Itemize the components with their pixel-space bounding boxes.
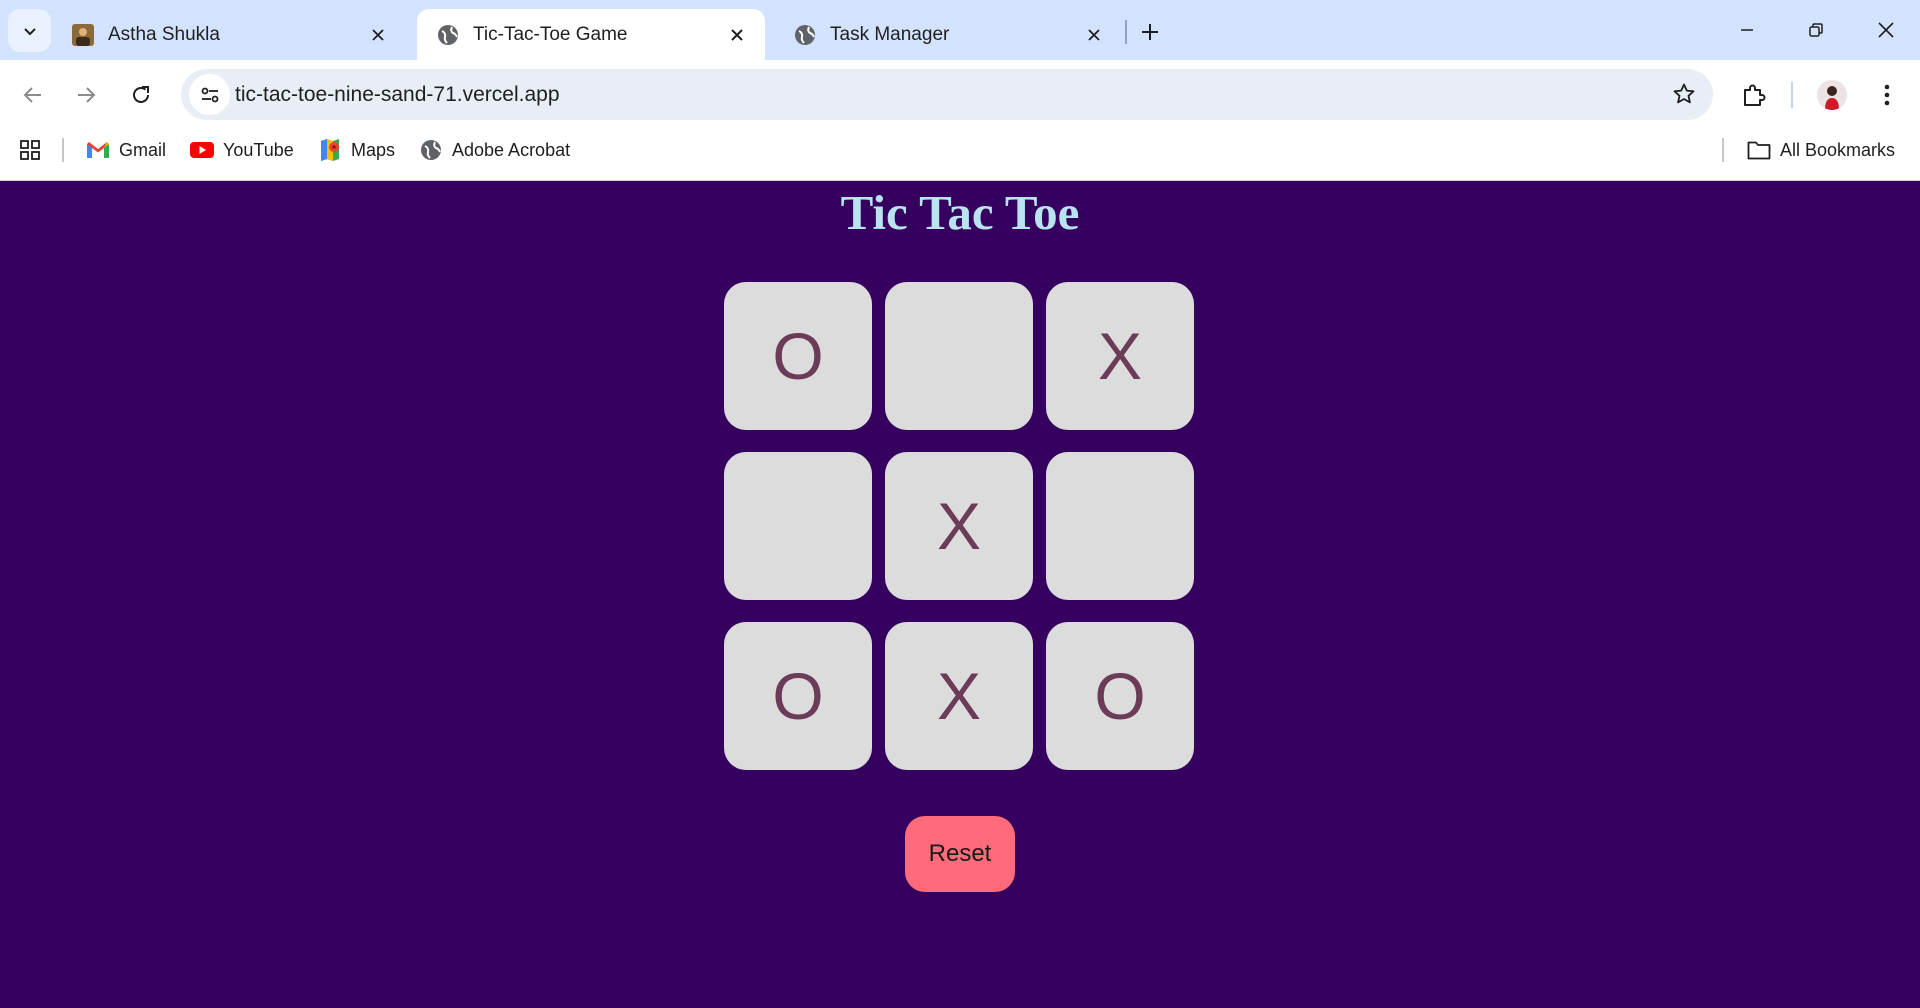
apps-grid-icon <box>18 138 42 162</box>
board-cell-1[interactable]: O <box>724 282 872 430</box>
close-icon[interactable] <box>725 23 749 47</box>
address-bar[interactable]: tic-tac-toe-nine-sand-71.vercel.app <box>181 69 1713 120</box>
new-tab-button[interactable] <box>1132 14 1168 50</box>
tab-title: Astha Shukla <box>108 23 220 45</box>
close-icon[interactable] <box>366 23 390 47</box>
youtube-icon <box>190 138 214 162</box>
close-icon <box>1878 22 1894 38</box>
board-cell-8[interactable]: X <box>885 622 1033 770</box>
board-cell-4[interactable] <box>724 452 872 600</box>
avatar <box>1817 80 1847 110</box>
plus-icon <box>1142 24 1158 40</box>
menu-button[interactable] <box>1867 75 1907 115</box>
reset-button[interactable]: Reset <box>905 816 1015 892</box>
bookmark-label: Gmail <box>119 139 167 160</box>
tune-icon <box>201 87 218 102</box>
chevron-down-icon <box>23 27 36 35</box>
bookmark-youtube[interactable]: YouTube <box>190 130 294 170</box>
bookmark-label: Adobe Acrobat <box>452 139 571 160</box>
page-content: Tic Tac Toe O X X O X O Reset <box>0 182 1920 1008</box>
board-cell-3[interactable]: X <box>1046 282 1194 430</box>
globe-icon <box>419 138 443 162</box>
board-cell-7[interactable]: O <box>724 622 872 770</box>
close-icon[interactable] <box>1082 23 1106 47</box>
site-info-button[interactable] <box>189 74 230 115</box>
tab-title: Task Manager <box>830 23 950 45</box>
tab-title: Tic-Tac-Toe Game <box>473 23 628 45</box>
folder-icon <box>1747 138 1771 162</box>
close-window-button[interactable] <box>1863 10 1909 50</box>
puzzle-icon <box>1744 84 1766 106</box>
globe-icon <box>437 24 459 46</box>
restore-button[interactable] <box>1793 10 1839 50</box>
reload-icon <box>133 86 149 103</box>
bookmark-label: Maps <box>351 139 396 160</box>
bookmarks-separator <box>62 138 64 162</box>
tab-search-button[interactable] <box>8 9 51 52</box>
bookmarks-bar: Gmail YouTube Maps Adobe Acrobat All Boo… <box>0 130 1920 181</box>
board-cell-2[interactable] <box>885 282 1033 430</box>
page-title: Tic Tac Toe <box>840 185 1080 240</box>
bookmark-adobe-acrobat[interactable]: Adobe Acrobat <box>419 130 570 170</box>
apps-button[interactable] <box>18 130 42 170</box>
bookmark-gmail[interactable]: Gmail <box>86 130 166 170</box>
minimize-icon <box>1741 29 1753 31</box>
board-cell-9[interactable]: O <box>1046 622 1194 770</box>
restore-icon <box>1809 23 1823 37</box>
game-board: O X X O X O <box>724 282 1196 770</box>
forward-button[interactable] <box>66 75 106 115</box>
arrow-right-icon <box>78 87 96 103</box>
bookmark-maps[interactable]: Maps <box>318 130 395 170</box>
bookmark-label: YouTube <box>223 139 294 160</box>
minimize-button[interactable] <box>1724 10 1770 50</box>
profile-photo-favicon-icon <box>72 23 94 46</box>
all-bookmarks-label: All Bookmarks <box>1780 139 1896 160</box>
globe-icon <box>794 24 816 46</box>
reload-button[interactable] <box>121 75 161 115</box>
browser-toolbar: tic-tac-toe-nine-sand-71.vercel.app <box>0 60 1920 130</box>
tab-astha-shukla[interactable]: Astha Shukla <box>52 9 406 60</box>
maps-icon <box>318 138 342 162</box>
board-cell-5[interactable]: X <box>885 452 1033 600</box>
back-button[interactable] <box>13 75 53 115</box>
tab-separator <box>1125 20 1127 44</box>
profile-button[interactable] <box>1812 75 1852 115</box>
star-icon <box>1673 83 1695 104</box>
tab-task-manager[interactable]: Task Manager <box>774 9 1122 60</box>
board-cell-6[interactable] <box>1046 452 1194 600</box>
toolbar-separator <box>1791 82 1793 108</box>
bookmark-star-button[interactable] <box>1671 81 1697 107</box>
extensions-button[interactable] <box>1734 75 1774 115</box>
tab-tic-tac-toe-game[interactable]: Tic-Tac-Toe Game <box>417 9 765 60</box>
arrow-left-icon <box>23 87 41 103</box>
tab-strip: Astha Shukla Tic-Tac-Toe Game Task Manag… <box>0 0 1920 60</box>
all-bookmarks-button[interactable]: All Bookmarks <box>1747 130 1895 170</box>
bookmarks-separator <box>1722 138 1724 162</box>
more-vertical-icon <box>1884 84 1890 106</box>
url-text[interactable]: tic-tac-toe-nine-sand-71.vercel.app <box>235 69 560 120</box>
gmail-icon <box>86 138 110 162</box>
